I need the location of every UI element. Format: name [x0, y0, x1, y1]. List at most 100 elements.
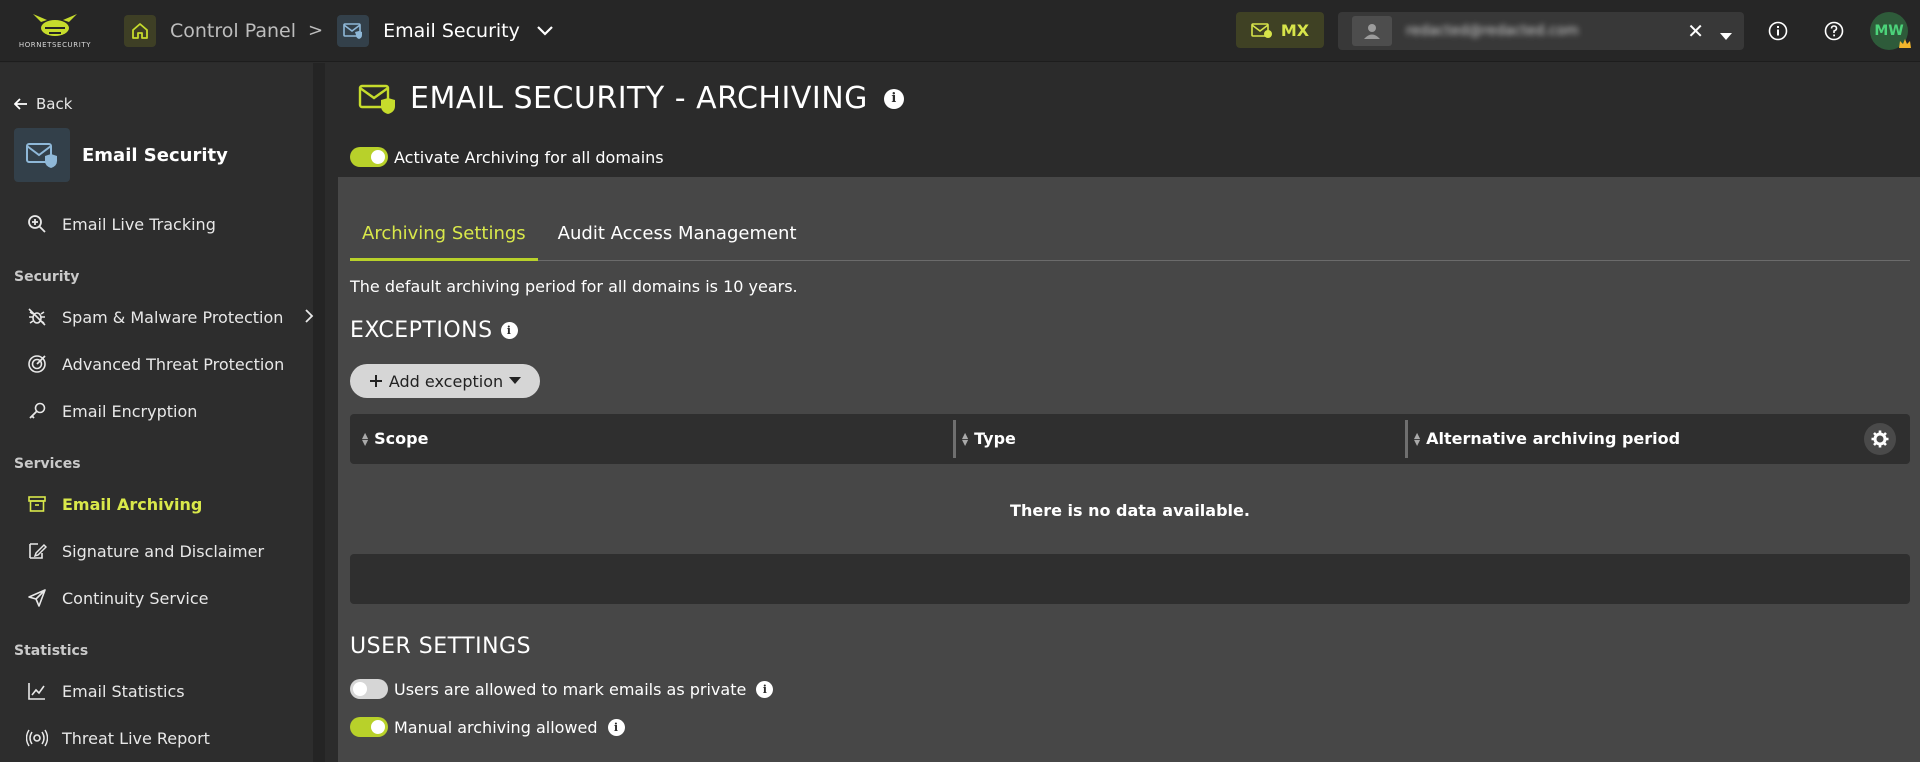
user-icon-box	[1352, 16, 1392, 46]
content-panel: Archiving Settings Audit Access Manageme…	[338, 177, 1920, 762]
sidebar-item-email-encryption[interactable]: Email Encryption	[24, 396, 314, 426]
app-icon	[14, 128, 70, 182]
page-title: EMAIL SECURITY - ARCHIVING	[410, 81, 868, 116]
column-resizer[interactable]	[1405, 420, 1408, 458]
tab-archiving-settings[interactable]: Archiving Settings	[350, 213, 538, 261]
back-button[interactable]: Back	[14, 95, 72, 113]
target-icon	[24, 351, 50, 377]
mail-check-icon	[1251, 23, 1272, 38]
sidebar-item-label: Email Statistics	[62, 681, 185, 701]
activate-archiving-toggle[interactable]	[350, 147, 388, 167]
activate-archiving-label: Activate Archiving for all domains	[394, 147, 664, 167]
column-type[interactable]: ▲ ▼ Type	[962, 429, 1016, 448]
sort-icon: ▲ ▼	[962, 430, 969, 447]
column-label: Alternative archiving period	[1426, 429, 1681, 448]
breadcrumb-separator: >	[307, 20, 324, 41]
sidebar-item-email-archiving[interactable]: Email Archiving	[24, 489, 314, 519]
sidebar-item-label: Threat Live Report	[62, 728, 210, 748]
column-alternative-period[interactable]: ▲ ▼ Alternative archiving period	[1414, 429, 1680, 448]
clear-user-button[interactable]: ✕	[1687, 19, 1704, 43]
user-avatar[interactable]: MW	[1870, 12, 1911, 50]
sidebar-item-threat-live-report[interactable]: Threat Live Report	[24, 723, 314, 753]
home-button[interactable]	[124, 14, 156, 47]
archive-box-icon	[24, 491, 50, 517]
mx-label: MX	[1280, 20, 1310, 40]
section-statistics: Statistics	[14, 643, 89, 659]
home-icon	[132, 22, 148, 39]
user-select[interactable]: redacted@redacted.com ✕	[1338, 12, 1744, 50]
app-header: Email Security	[14, 128, 228, 182]
info-icon	[1768, 21, 1788, 41]
default-period-text: The default archiving period for all dom…	[350, 277, 798, 296]
user-icon	[1364, 24, 1380, 39]
sidebar-item-signature-disclaimer[interactable]: Signature and Disclaimer	[24, 536, 314, 566]
bug-off-icon	[24, 304, 50, 330]
signature-icon	[24, 538, 50, 564]
chevron-right-icon	[304, 308, 314, 328]
section-security: Security	[14, 269, 80, 285]
setting-label: Manual archiving allowed	[394, 717, 598, 737]
sidebar-item-label: Email Encryption	[62, 401, 198, 421]
help-button[interactable]	[1822, 19, 1846, 43]
caret-down-icon	[509, 377, 522, 384]
search-zoom-icon	[24, 211, 50, 237]
back-label: Back	[36, 95, 73, 113]
column-scope[interactable]: ▲ ▼ Scope	[362, 429, 428, 448]
sidebar-item-email-statistics[interactable]: Email Statistics	[24, 676, 314, 706]
exceptions-info-icon[interactable]: i	[500, 322, 518, 339]
table-empty-message: There is no data available.	[1010, 501, 1250, 520]
caret-down-icon	[1720, 33, 1732, 40]
column-resizer[interactable]	[953, 420, 956, 458]
sidebar-item-label: Spam & Malware Protection	[62, 307, 284, 327]
mx-badge[interactable]: MX	[1236, 12, 1324, 48]
info-button[interactable]	[1766, 19, 1790, 43]
email-security-crumb-icon	[337, 14, 370, 47]
breadcrumb-dropdown[interactable]	[536, 25, 554, 37]
exceptions-table-header: ▲ ▼ Scope ▲ ▼ Type ▲ ▼ Alternative archivin…	[350, 414, 1910, 464]
sidebar-item-label: Continuity Service	[62, 588, 209, 608]
add-exception-label: Add exception	[388, 371, 504, 391]
broadcast-icon	[24, 725, 50, 751]
hornet-icon	[33, 14, 77, 36]
app-title: Email Security	[82, 144, 228, 166]
page-title-row: EMAIL SECURITY - ARCHIVING i	[358, 81, 904, 116]
column-label: Scope	[374, 429, 429, 448]
sidebar-item-label: Email Live Tracking	[62, 214, 216, 234]
sidebar: Back Email Security Email Live Tracking …	[0, 63, 325, 762]
chart-line-icon	[24, 678, 50, 704]
sidebar-item-label: Advanced Threat Protection	[62, 354, 285, 374]
private-emails-setting: Users are allowed to mark emails as priv…	[350, 679, 774, 699]
breadcrumb-email-security[interactable]: Email Security	[383, 20, 520, 42]
sidebar-item-advanced-threat[interactable]: Advanced Threat Protection	[24, 349, 314, 379]
title-info-icon[interactable]: i	[883, 88, 904, 109]
tab-bar: Archiving Settings Audit Access Manageme…	[350, 213, 1910, 261]
table-settings-button[interactable]	[1864, 423, 1896, 455]
shield-envelope-icon	[26, 143, 57, 168]
shield-envelope-icon	[358, 84, 395, 114]
chevron-down-icon	[537, 25, 553, 36]
sidebar-item-email-live-tracking[interactable]: Email Live Tracking	[24, 209, 314, 239]
hornetsecurity-logo[interactable]: HORNETSECURITY	[0, 0, 110, 62]
breadcrumb-control-panel[interactable]: Control Panel	[170, 20, 296, 42]
setting-label: Users are allowed to mark emails as priv…	[394, 679, 747, 699]
add-exception-button[interactable]: Add exception	[350, 364, 540, 398]
gear-icon	[1871, 430, 1889, 448]
column-label: Type	[974, 429, 1016, 448]
crown-icon	[1899, 39, 1911, 48]
exceptions-table-footer	[350, 554, 1910, 604]
sidebar-item-spam-malware[interactable]: Spam & Malware Protection	[24, 302, 314, 332]
avatar-initials: MW	[1874, 23, 1904, 39]
help-icon	[1824, 21, 1844, 41]
user-settings-title: USER SETTINGS	[350, 634, 532, 659]
user-dropdown-caret[interactable]	[1720, 26, 1732, 45]
logo-text: HORNETSECURITY	[18, 41, 92, 49]
tab-audit-access-management[interactable]: Audit Access Management	[546, 213, 809, 261]
private-emails-info-icon[interactable]: i	[756, 680, 774, 698]
sidebar-item-continuity-service[interactable]: Continuity Service	[24, 583, 314, 613]
sort-icon: ▲ ▼	[362, 430, 369, 447]
activate-archiving-row: Activate Archiving for all domains	[350, 147, 664, 167]
manual-archiving-toggle[interactable]	[350, 717, 388, 737]
manual-archiving-info-icon[interactable]: i	[607, 718, 625, 736]
sort-icon: ▲ ▼	[1414, 430, 1421, 447]
private-emails-toggle[interactable]	[350, 679, 388, 699]
